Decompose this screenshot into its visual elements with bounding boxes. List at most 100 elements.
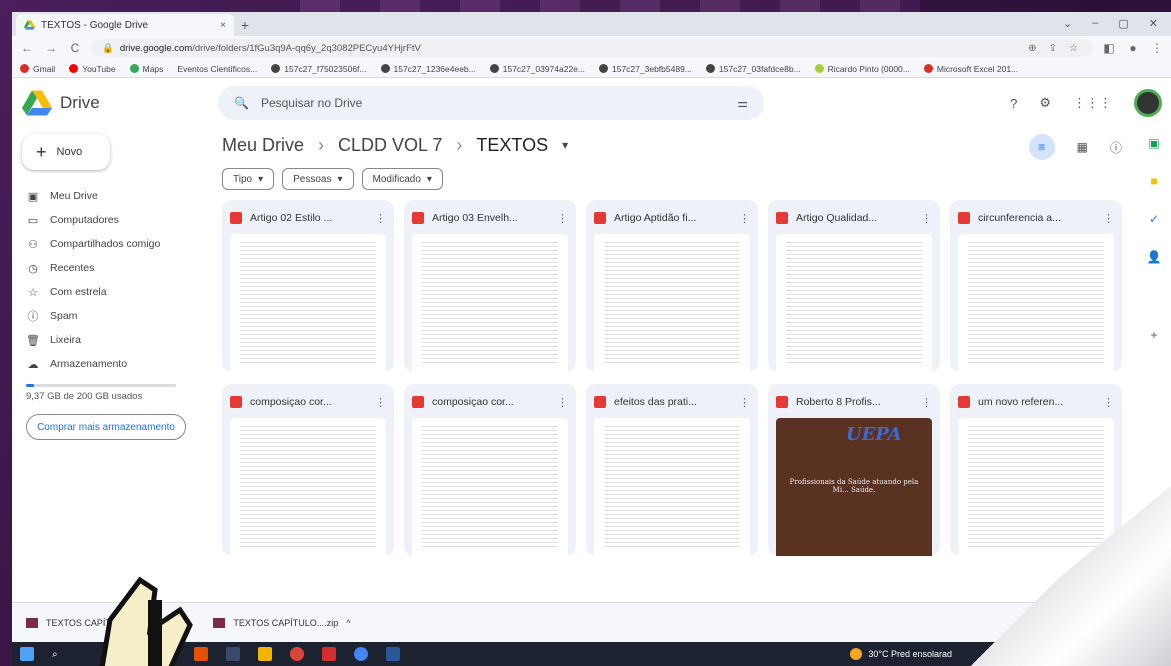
- add-app-icon[interactable]: +: [1150, 328, 1157, 342]
- bookmark-item[interactable]: 157c27_1236e4eeb...: [380, 64, 476, 74]
- file-thumbnail[interactable]: [958, 234, 1114, 372]
- more-options-icon[interactable]: ⋮: [557, 212, 568, 225]
- translate-icon[interactable]: ⊕: [1028, 43, 1036, 54]
- avatar[interactable]: [1134, 89, 1162, 117]
- file-card[interactable]: Artigo Qualidad... ⋮: [768, 200, 940, 372]
- file-thumbnail[interactable]: [776, 234, 932, 372]
- filter-chip[interactable]: Tipo ▾: [222, 168, 275, 190]
- more-options-icon[interactable]: ⋮: [375, 396, 386, 409]
- menu-icon[interactable]: ⋮: [1150, 41, 1164, 55]
- bookmark-item[interactable]: Ricardo Pinto (0000...: [814, 64, 910, 74]
- sidebar-item[interactable]: ☁ Armazenamento: [22, 352, 202, 376]
- breadcrumb-item[interactable]: TEXTOS: [476, 135, 548, 156]
- file-card[interactable]: Artigo 02 Estilo ... ⋮: [222, 200, 394, 372]
- search-input[interactable]: Pesquisar no Drive: [261, 96, 725, 110]
- chrome-profile-icon[interactable]: [353, 647, 368, 661]
- bookmark-item[interactable]: 157c27_3ebfb5489...: [599, 64, 692, 74]
- file-thumbnail[interactable]: [958, 418, 1114, 556]
- drive-logo[interactable]: Drive: [22, 90, 218, 116]
- file-thumbnail[interactable]: [412, 234, 568, 372]
- tab-search-icon[interactable]: ⌄: [1063, 17, 1072, 30]
- tab-drive[interactable]: TEXTOS - Google Drive ×: [16, 14, 234, 36]
- more-options-icon[interactable]: ⋮: [1103, 212, 1114, 225]
- file-card[interactable]: um novo referen... ⋮: [950, 384, 1122, 556]
- more-options-icon[interactable]: ⋮: [921, 212, 932, 225]
- file-thumbnail[interactable]: [594, 234, 750, 372]
- new-button[interactable]: + Novo: [22, 134, 110, 170]
- filter-icon[interactable]: ≡: [1028, 134, 1055, 160]
- file-card[interactable]: composiçao cor... ⋮: [404, 384, 576, 556]
- sidebar-item[interactable]: ◷ Recentes: [22, 256, 202, 280]
- grid-view-icon[interactable]: ▦: [1077, 140, 1088, 154]
- bookmark-item[interactable]: Gmail: [20, 64, 55, 74]
- tasks-icon[interactable]: ✓: [1149, 212, 1159, 226]
- maximize-icon[interactable]: ▢: [1118, 17, 1128, 30]
- file-thumbnail[interactable]: [230, 234, 386, 372]
- close-window-icon[interactable]: ✕: [1149, 17, 1158, 30]
- sidebar-item[interactable]: ☆ Com estrela: [22, 280, 202, 304]
- tab-close-icon[interactable]: ×: [220, 20, 226, 31]
- buy-storage-button[interactable]: Comprar mais armazenamento: [26, 414, 186, 440]
- chrome-icon[interactable]: [289, 647, 304, 661]
- dropdown-icon[interactable]: ▾: [562, 138, 568, 152]
- more-options-icon[interactable]: ⋮: [375, 212, 386, 225]
- breadcrumb-item[interactable]: Meu Drive: [222, 135, 304, 156]
- help-icon[interactable]: ?: [1010, 96, 1017, 111]
- file-explorer-icon[interactable]: [257, 647, 272, 661]
- download-item[interactable]: TEXTOS CAPÍTULO....zip ^: [213, 617, 350, 628]
- search-icon[interactable]: 🔍: [234, 96, 249, 110]
- share-icon[interactable]: ⇪: [1049, 43, 1057, 54]
- more-options-icon[interactable]: ⋮: [1103, 396, 1114, 409]
- bookmark-item[interactable]: 157c27_f75023506f...: [271, 64, 367, 74]
- search-bar[interactable]: 🔍 Pesquisar no Drive ⚌: [218, 86, 764, 120]
- file-card[interactable]: Roberto 8 Profis... ⋮ UEPA Profissionais da…: [768, 384, 940, 556]
- keep-icon[interactable]: ■: [1150, 174, 1157, 188]
- file-card[interactable]: efeitos das prati... ⋮: [586, 384, 758, 556]
- sidebar-item[interactable]: ⚇ Compartilhados comigo: [22, 232, 202, 256]
- weather-widget[interactable]: 30°C Pred ensolarad: [850, 648, 952, 660]
- more-options-icon[interactable]: ⋮: [739, 212, 750, 225]
- breadcrumb-item[interactable]: CLDD VOL 7: [338, 135, 442, 156]
- windows-start-icon[interactable]: [20, 647, 34, 661]
- bookmark-item[interactable]: 157c27_03974a22e...: [489, 64, 585, 74]
- bookmark-item[interactable]: 157c27_03fafdce8b...: [705, 64, 801, 74]
- bookmark-item[interactable]: Eventos Científicos...: [177, 64, 257, 74]
- bookmark-item[interactable]: Microsoft Excel 201...: [923, 64, 1018, 74]
- filter-chip[interactable]: Pessoas ▾: [282, 168, 354, 190]
- sheets-icon[interactable]: ▣: [1148, 136, 1159, 150]
- acrobat-icon[interactable]: [321, 647, 336, 661]
- minimize-icon[interactable]: –: [1092, 17, 1098, 30]
- more-options-icon[interactable]: ⋮: [739, 396, 750, 409]
- more-options-icon[interactable]: ⋮: [921, 396, 932, 409]
- file-thumbnail[interactable]: [594, 418, 750, 556]
- filter-chip[interactable]: Modificado ▾: [361, 168, 443, 190]
- sidebar-item[interactable]: ▣ Meu Drive: [22, 184, 202, 208]
- word-icon[interactable]: [385, 647, 400, 661]
- file-card[interactable]: circunferencia a... ⋮: [950, 200, 1122, 372]
- contacts-icon[interactable]: 👤: [1147, 250, 1162, 264]
- search-options-icon[interactable]: ⚌: [737, 96, 748, 110]
- file-thumbnail[interactable]: UEPA Profissionais da Saúde atuando pela …: [776, 418, 932, 556]
- bookmark-star-icon[interactable]: ☆: [1069, 43, 1078, 54]
- sidepanel-icon[interactable]: ◧: [1102, 41, 1116, 55]
- taskbar-search-icon[interactable]: ⌕: [52, 649, 58, 660]
- task-view-icon[interactable]: [225, 647, 240, 661]
- apps-icon[interactable]: ⋮⋮⋮: [1073, 95, 1112, 111]
- more-options-icon[interactable]: ⋮: [557, 396, 568, 409]
- settings-icon[interactable]: ⚙: [1039, 95, 1051, 111]
- reload-icon[interactable]: C: [68, 41, 82, 55]
- file-card[interactable]: composiçao cor... ⋮: [222, 384, 394, 556]
- back-icon[interactable]: ←: [20, 41, 34, 55]
- file-card[interactable]: Artigo 03 Envelh... ⋮: [404, 200, 576, 372]
- file-thumbnail[interactable]: [230, 418, 386, 556]
- new-tab-button[interactable]: +: [234, 14, 256, 36]
- info-icon[interactable]: ⓘ: [1110, 139, 1122, 156]
- bookmark-item[interactable]: YouTube: [69, 64, 116, 74]
- chevron-up-icon[interactable]: ^: [346, 618, 350, 628]
- file-card[interactable]: Artigo Aptidão fi... ⋮: [586, 200, 758, 372]
- sidebar-item[interactable]: ⓘ Spam: [22, 304, 202, 328]
- sidebar-item[interactable]: ▭ Computadores: [22, 208, 202, 232]
- profile-icon[interactable]: ●: [1126, 41, 1140, 55]
- forward-icon[interactable]: →: [44, 41, 58, 55]
- bookmark-item[interactable]: Maps: [129, 64, 163, 74]
